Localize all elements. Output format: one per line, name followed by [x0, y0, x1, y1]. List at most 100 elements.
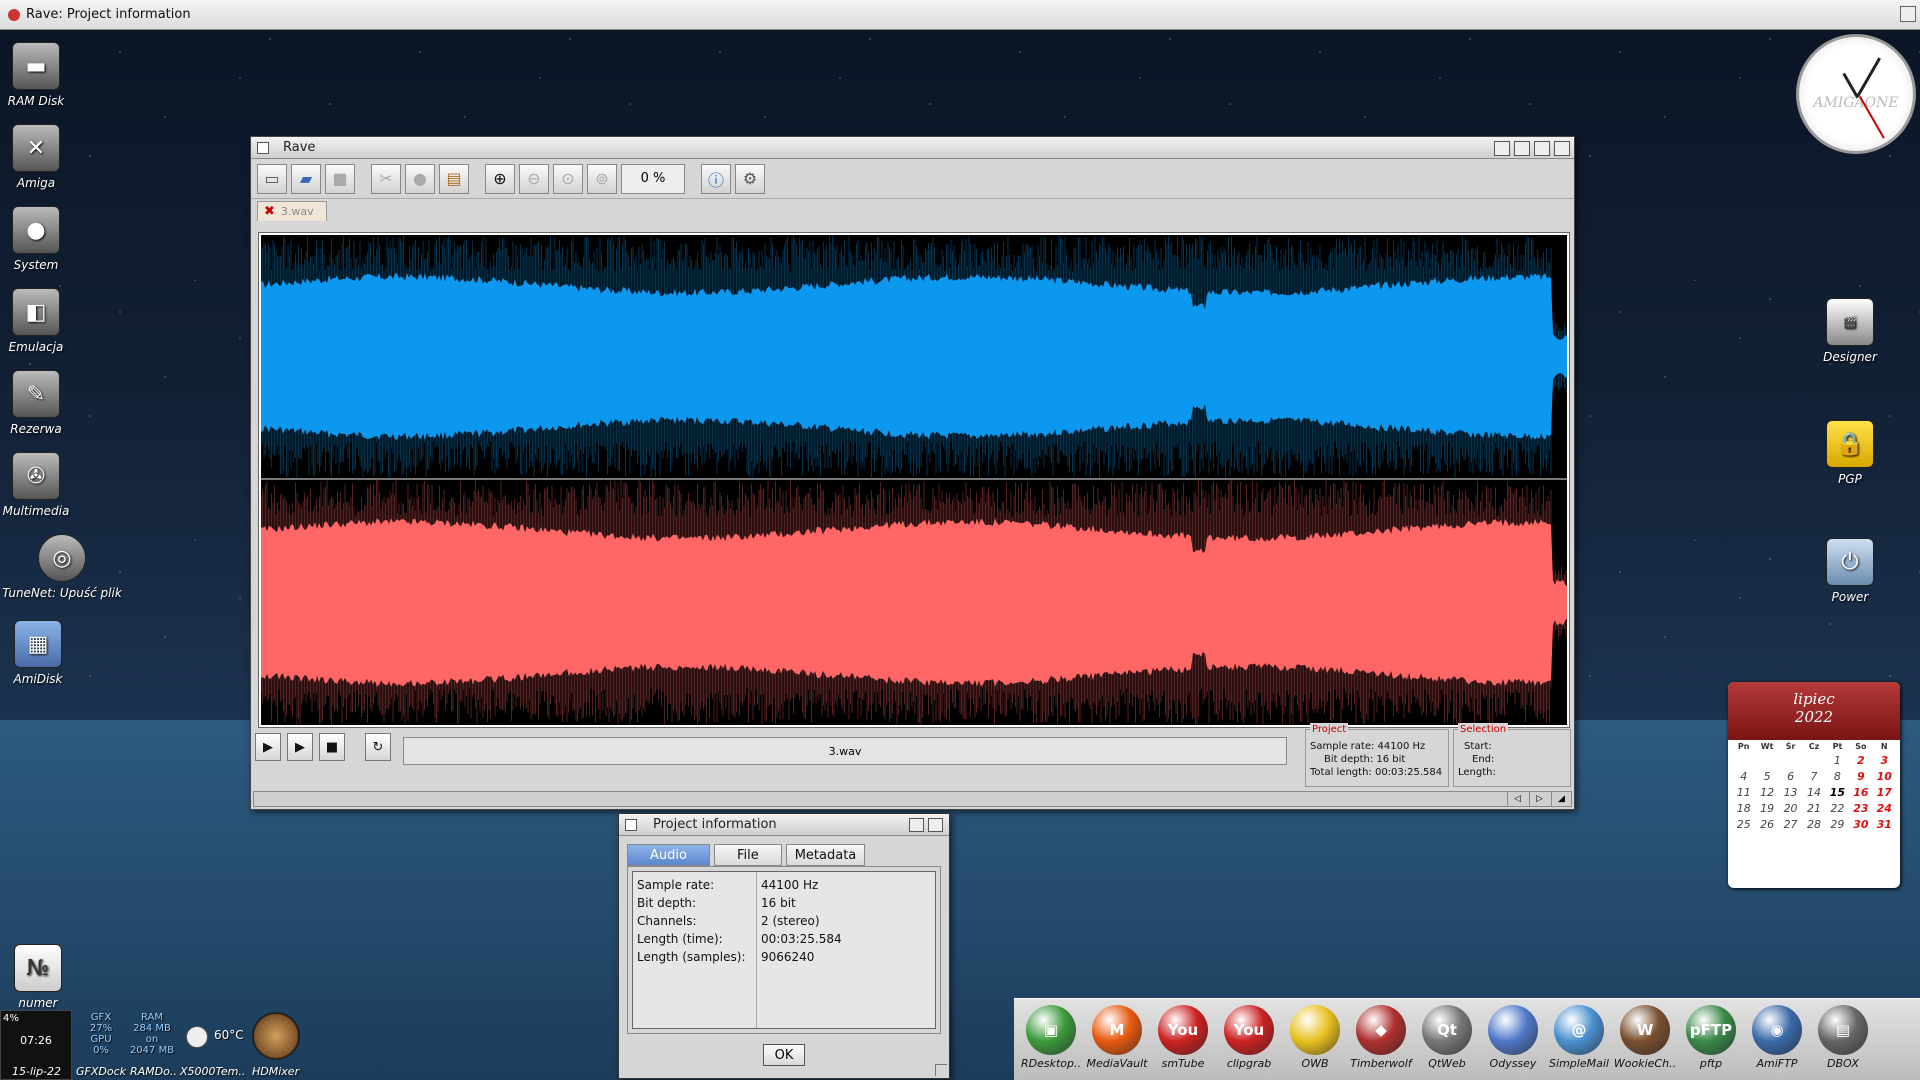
- close-icon[interactable]: [625, 818, 637, 831]
- screen-title-bar[interactable]: Rave: Project information: [0, 0, 1920, 30]
- zoom-gadget-icon[interactable]: [1534, 141, 1550, 156]
- calendar-day[interactable]: 29: [1826, 818, 1849, 831]
- cut-button[interactable]: ✂: [371, 163, 401, 194]
- ok-button[interactable]: OK: [763, 1044, 805, 1066]
- save-file-button[interactable]: ■: [325, 163, 355, 194]
- dock-item-simplemail[interactable]: @ SimpleMail: [1546, 999, 1612, 1080]
- iconify-icon[interactable]: [1494, 141, 1510, 156]
- desktop-icon-amiga[interactable]: ✕ Amiga: [0, 124, 76, 190]
- resize-icon[interactable]: [935, 1064, 947, 1076]
- dock-item-owb[interactable]: OWB: [1282, 999, 1348, 1080]
- stop-button[interactable]: ■: [319, 733, 345, 761]
- calendar-day[interactable]: 4: [1732, 770, 1755, 783]
- zoom-level-field[interactable]: 0 %: [621, 163, 685, 194]
- dock-item-timberwolf[interactable]: ◆ Timberwolf: [1348, 999, 1414, 1080]
- desktop-icon-amidisk[interactable]: ▦ AmiDisk: [0, 620, 78, 686]
- calendar-day[interactable]: 30: [1849, 818, 1872, 831]
- calendar-day[interactable]: 9: [1849, 770, 1872, 783]
- calendar-day[interactable]: 8: [1826, 770, 1849, 783]
- snapshot-icon[interactable]: [1514, 141, 1530, 156]
- dock-item-amiftp[interactable]: ◉ AmiFTP: [1744, 999, 1810, 1080]
- open-file-button[interactable]: ▰: [291, 163, 321, 194]
- dock-item-mediavault[interactable]: M MediaVault: [1084, 999, 1150, 1080]
- paste-button[interactable]: ▤: [439, 163, 469, 194]
- loop-button[interactable]: ↻: [365, 733, 391, 761]
- desktop-icon-power[interactable]: ⏻ Power: [1810, 538, 1890, 604]
- dock-item-pftp[interactable]: pFTP pftp: [1678, 999, 1744, 1080]
- calendar-day[interactable]: 26: [1755, 818, 1778, 831]
- depth-gadget-icon[interactable]: [1554, 141, 1570, 156]
- desktop-icon-designer[interactable]: 🎬 Designer: [1810, 298, 1890, 364]
- calendar-day[interactable]: 28: [1802, 818, 1825, 831]
- calendar-day[interactable]: 14: [1802, 786, 1825, 799]
- desktop-icon-emulacja[interactable]: ◧ Emulacja: [0, 288, 76, 354]
- zoom-fit-button[interactable]: ⊚: [587, 163, 617, 194]
- scroll-left-icon[interactable]: ◁: [1507, 792, 1527, 806]
- play-from-start-button[interactable]: ▶: [255, 733, 281, 761]
- desktop-icon-rezerwa[interactable]: ✎ Rezerwa: [0, 370, 76, 436]
- dock-item-rdesktop[interactable]: ▣ RDesktop..: [1018, 999, 1084, 1080]
- zoom-in-button[interactable]: ⊕: [485, 163, 515, 194]
- waveform-left-channel[interactable]: [261, 235, 1567, 478]
- calendar-day[interactable]: 10: [1873, 770, 1896, 783]
- settings-button[interactable]: ⚙: [735, 163, 765, 194]
- hdmixer-icon[interactable]: [252, 1012, 300, 1060]
- desktop-icon-multimedia[interactable]: ✇ Multimedia: [0, 452, 76, 518]
- calendar-day[interactable]: 20: [1779, 802, 1802, 815]
- desktop-icon-ram-disk[interactable]: ▬ RAM Disk: [0, 42, 76, 108]
- waveform-view[interactable]: [258, 232, 1570, 728]
- play-button[interactable]: ▶: [287, 733, 313, 761]
- calendar-day[interactable]: 25: [1732, 818, 1755, 831]
- calendar-day[interactable]: 27: [1779, 818, 1802, 831]
- scroll-right-icon[interactable]: ▷: [1529, 792, 1549, 806]
- calendar-day[interactable]: 15: [1826, 786, 1849, 799]
- waveform-right-channel[interactable]: [261, 480, 1567, 725]
- calendar-day[interactable]: 2: [1849, 754, 1872, 767]
- calendar-day[interactable]: 21: [1802, 802, 1825, 815]
- close-icon[interactable]: [257, 141, 269, 154]
- tab-file[interactable]: File: [713, 844, 782, 866]
- copy-button[interactable]: ●: [405, 163, 435, 194]
- dock-item-clipgrab[interactable]: You clipgrab: [1216, 999, 1282, 1080]
- zoom-selection-button[interactable]: ⊙: [553, 163, 583, 194]
- calendar-day[interactable]: 6: [1779, 770, 1802, 783]
- calendar-day[interactable]: 23: [1849, 802, 1872, 815]
- resize-icon[interactable]: ◢: [1551, 792, 1571, 806]
- dock-item-wookiech[interactable]: W WookieCh..: [1612, 999, 1678, 1080]
- calendar-day[interactable]: 1: [1826, 754, 1849, 767]
- tab-3-wav[interactable]: ✖ 3.wav: [257, 201, 327, 221]
- desktop-icon-numer[interactable]: № numer: [0, 944, 78, 1010]
- calendar-day[interactable]: 31: [1873, 818, 1896, 831]
- calendar-day[interactable]: 3: [1873, 754, 1896, 767]
- screen-depth-gadget-icon[interactable]: [1900, 6, 1916, 22]
- project-info-button[interactable]: ⓘ: [701, 163, 731, 194]
- calendar-day[interactable]: 17: [1873, 786, 1896, 799]
- horizontal-scrollbar[interactable]: ◁ ▷ ◢: [253, 791, 1572, 807]
- depth-gadget-icon[interactable]: [928, 818, 943, 832]
- calendar-day[interactable]: 12: [1755, 786, 1778, 799]
- calendar-day[interactable]: 22: [1826, 802, 1849, 815]
- calendar-day[interactable]: 24: [1873, 802, 1896, 815]
- dock-item-qtweb[interactable]: Qt QtWeb: [1414, 999, 1480, 1080]
- dock-item-odyssey[interactable]: Odyssey: [1480, 999, 1546, 1080]
- calendar-day[interactable]: 11: [1732, 786, 1755, 799]
- rave-title-bar[interactable]: Rave: [251, 137, 1574, 159]
- desktop-icon-pgp[interactable]: 🔒 PGP: [1810, 420, 1890, 486]
- tab-audio[interactable]: Audio: [627, 844, 710, 866]
- dock-item-smtube[interactable]: You smTube: [1150, 999, 1216, 1080]
- desktop-icon-system[interactable]: ● System: [0, 206, 76, 272]
- desktop-icon-tunenet[interactable]: ◎ TuneNet: Upuść plik: [0, 534, 124, 600]
- zoom-gadget-icon[interactable]: [909, 818, 924, 832]
- new-file-button[interactable]: ▭: [257, 163, 287, 194]
- calendar-day[interactable]: 19: [1755, 802, 1778, 815]
- calendar-day[interactable]: 13: [1779, 786, 1802, 799]
- zoom-out-button[interactable]: ⊖: [519, 163, 549, 194]
- calendar-day[interactable]: 5: [1755, 770, 1778, 783]
- tab-metadata[interactable]: Metadata: [785, 844, 866, 866]
- calendar-day[interactable]: 16: [1849, 786, 1872, 799]
- calendar-day[interactable]: 7: [1802, 770, 1825, 783]
- dock-item-dbox[interactable]: ▤ DBOX: [1810, 999, 1876, 1080]
- close-tab-icon[interactable]: ✖: [264, 204, 275, 219]
- dialog-title-bar[interactable]: Project information: [619, 814, 949, 836]
- calendar-day[interactable]: 18: [1732, 802, 1755, 815]
